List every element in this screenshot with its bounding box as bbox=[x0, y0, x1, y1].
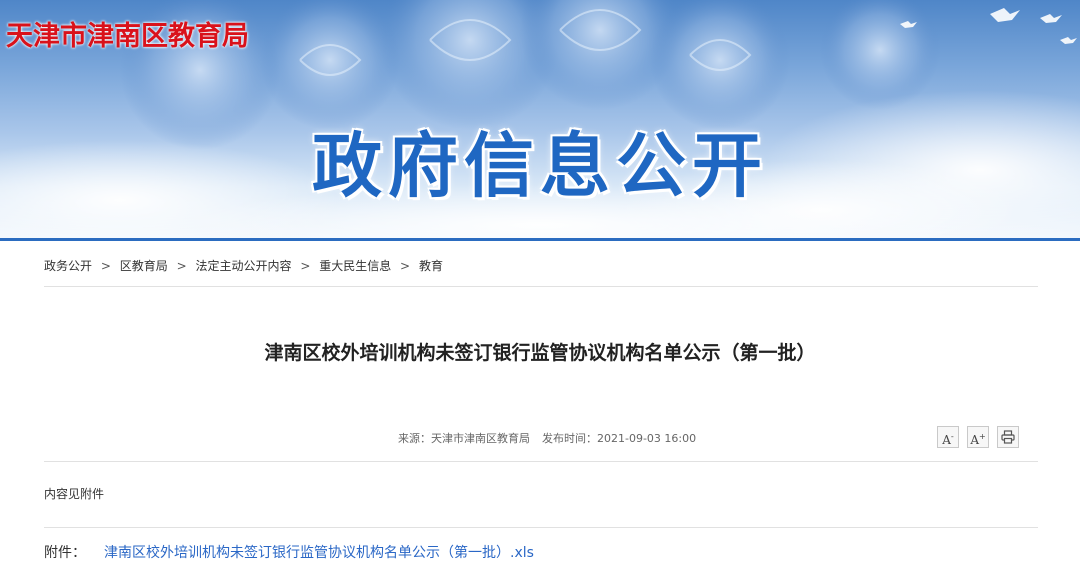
divider bbox=[44, 286, 1038, 287]
attachment-label: 附件： bbox=[44, 545, 86, 561]
breadcrumb-separator: > bbox=[100, 259, 111, 273]
font-increase-label: A bbox=[970, 433, 979, 447]
font-decrease-label: A bbox=[942, 433, 951, 447]
font-decrease-button[interactable]: A- bbox=[937, 426, 959, 448]
banner-title: 政府信息公开 bbox=[312, 125, 768, 207]
font-increase-mark: + bbox=[978, 432, 986, 441]
article-body: 内容见附件 bbox=[44, 487, 105, 501]
article-source: 来源：天津市津南区教育局 bbox=[398, 432, 530, 445]
breadcrumb-item-zhengwu[interactable]: 政务公开 bbox=[44, 257, 92, 274]
breadcrumb: 政务公开 > 区教育局 > 法定主动公开内容 > 重大民生信息 > 教育 bbox=[44, 257, 443, 274]
breadcrumb-separator: > bbox=[300, 259, 311, 273]
print-button[interactable] bbox=[997, 426, 1019, 448]
font-decrease-mark: - bbox=[950, 432, 954, 441]
article-title: 津南区校外培训机构未签订银行监管协议机构名单公示（第一批） bbox=[264, 342, 816, 364]
divider bbox=[44, 527, 1038, 528]
printer-icon bbox=[1001, 430, 1015, 444]
divider bbox=[44, 461, 1038, 462]
header-banner: 天津市津南区教育局 政府信息公开 bbox=[0, 0, 1080, 240]
attachment-link[interactable]: 津南区校外培训机构未签订银行监管协议机构名单公示（第一批）.xls bbox=[104, 542, 534, 562]
breadcrumb-item-statutory[interactable]: 法定主动公开内容 bbox=[195, 257, 291, 274]
banner-divider bbox=[0, 238, 1080, 241]
breadcrumb-item-bureau[interactable]: 区教育局 bbox=[120, 257, 168, 274]
article-meta: 来源：天津市津南区教育局 发布时间：2021-09-03 16:00 bbox=[398, 430, 696, 446]
breadcrumb-separator: > bbox=[176, 259, 187, 273]
breadcrumb-separator: > bbox=[400, 259, 411, 273]
site-name: 天津市津南区教育局 bbox=[6, 21, 249, 52]
breadcrumb-item-livelihood[interactable]: 重大民生信息 bbox=[319, 257, 391, 274]
article-publish-time: 发布时间：2021-09-03 16:00 bbox=[542, 432, 697, 445]
breadcrumb-item-education[interactable]: 教育 bbox=[419, 257, 443, 274]
font-increase-button[interactable]: A+ bbox=[967, 426, 989, 448]
